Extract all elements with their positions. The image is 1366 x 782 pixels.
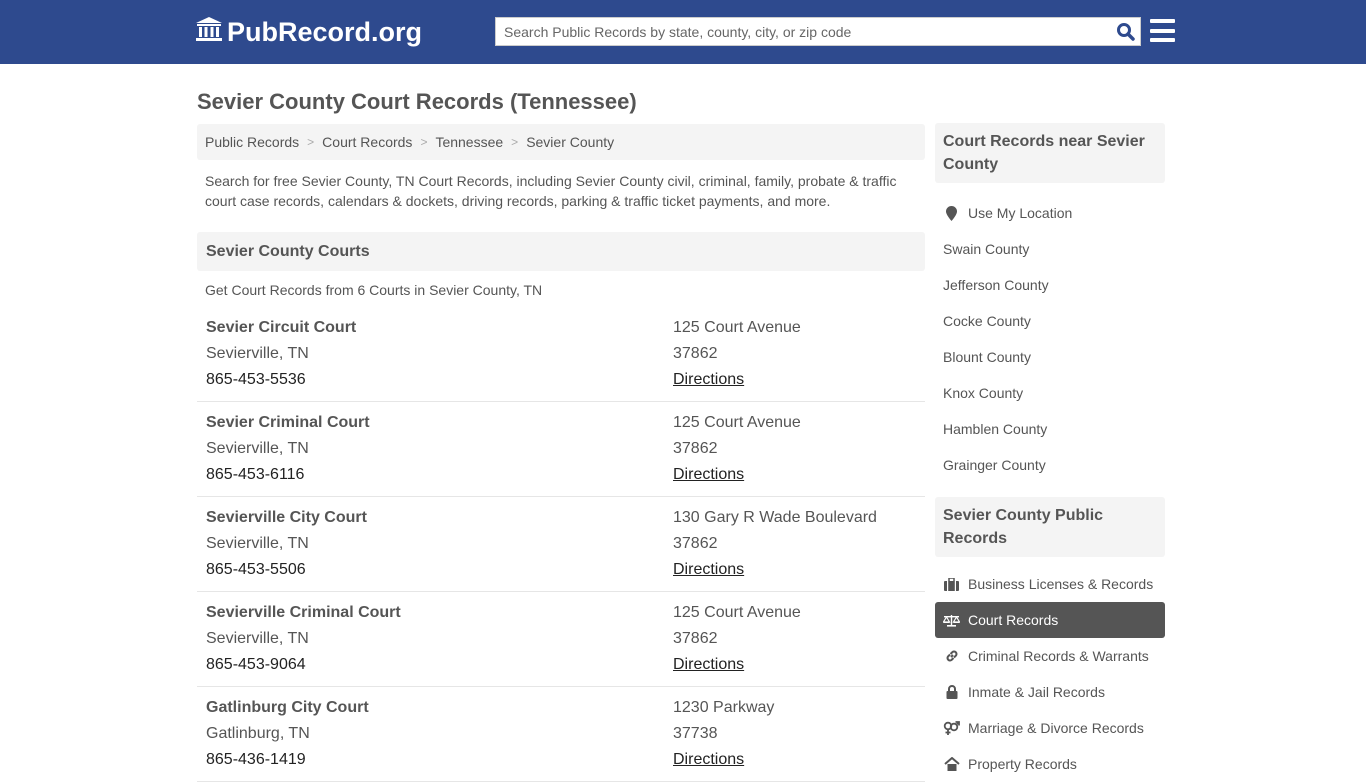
main-content: Sevier County Court Records (Tennessee) … [197, 64, 925, 782]
site-header: PubRecord.org [0, 0, 1366, 64]
court-city: Sevierville, TN [206, 440, 309, 457]
court-city: Sevierville, TN [206, 630, 309, 647]
court-name[interactable]: Sevier Criminal Court [206, 413, 664, 439]
breadcrumb: Public Records > Court Records > Tenness… [197, 124, 925, 160]
court-address: 1230 Parkway [673, 699, 775, 716]
intro-text: Search for free Sevier County, TN Court … [205, 173, 897, 209]
institution-icon [195, 16, 227, 49]
breadcrumb-public-records[interactable]: Public Records [205, 134, 299, 150]
sidebar: Court Records near Sevier County Use My … [935, 123, 1165, 782]
breadcrumb-separator: > [307, 135, 315, 149]
logo-text: PubRecord.org [227, 17, 423, 47]
court-address: 125 Court Avenue [673, 604, 801, 621]
nearby-list: Use My Location Swain County Jefferson C… [935, 195, 1165, 483]
court-phone[interactable]: 865-453-9064 [206, 655, 664, 681]
court-city: Sevierville, TN [206, 535, 309, 552]
sidebar-item-label: Court Records [968, 612, 1059, 628]
directions-link[interactable]: Directions [673, 561, 744, 578]
directions-link[interactable]: Directions [673, 371, 744, 388]
court-zip: 37862 [673, 630, 718, 647]
court-phone[interactable]: 865-453-5506 [206, 560, 664, 586]
court-address: 125 Court Avenue [673, 319, 801, 336]
court-zip: 37862 [673, 345, 718, 362]
breadcrumb-separator: > [511, 135, 519, 149]
search-input[interactable] [496, 18, 1110, 45]
court-name[interactable]: Sevier Circuit Court [206, 318, 664, 344]
directions-link[interactable]: Directions [673, 656, 744, 673]
nearby-county-link[interactable]: Swain County [935, 231, 1165, 267]
court-city: Sevierville, TN [206, 345, 309, 362]
sidebar-item-criminal-records[interactable]: Criminal Records & Warrants [935, 638, 1165, 674]
hamburger-icon-bar [1150, 38, 1175, 42]
home-icon [943, 757, 960, 771]
sidebar-item-property-records[interactable]: Property Records [935, 746, 1165, 782]
search-bar [495, 17, 1141, 46]
court-name[interactable]: Gatlinburg City Court [206, 698, 664, 724]
court-address: 130 Gary R Wade Boulevard [673, 509, 877, 526]
breadcrumb-tennessee[interactable]: Tennessee [435, 134, 503, 150]
sidebar-item-inmate-records[interactable]: Inmate & Jail Records [935, 674, 1165, 710]
nearby-county-link[interactable]: Jefferson County [935, 267, 1165, 303]
court-zip: 37862 [673, 440, 718, 457]
page-title: Sevier County Court Records (Tennessee) [197, 89, 637, 114]
directions-link[interactable]: Directions [673, 751, 744, 768]
balance-scale-icon [943, 614, 960, 627]
breadcrumb-sevier-county[interactable]: Sevier County [526, 134, 614, 150]
public-records-list: Business Licenses & Records Court Record… [935, 566, 1165, 782]
court-name[interactable]: Sevierville Criminal Court [206, 603, 664, 629]
sidebar-item-label: Property Records [968, 756, 1077, 772]
sidebar-item-business-licenses[interactable]: Business Licenses & Records [935, 566, 1165, 602]
lock-icon [943, 685, 960, 699]
court-zip: 37862 [673, 535, 718, 552]
sidebar-item-label: Inmate & Jail Records [968, 684, 1105, 700]
search-button[interactable] [1110, 18, 1140, 45]
use-my-location-link[interactable]: Use My Location [935, 195, 1165, 231]
venus-mars-icon [943, 721, 960, 735]
sidebar-item-court-records[interactable]: Court Records [935, 602, 1165, 638]
court-zip: 37738 [673, 725, 718, 742]
court-phone[interactable]: 865-453-5536 [206, 370, 664, 396]
search-icon [1116, 23, 1135, 41]
court-phone[interactable]: 865-453-6116 [206, 465, 664, 491]
court-item: Sevier Circuit Court Sevierville, TN 865… [197, 307, 925, 402]
nearby-heading: Court Records near Sevier County [935, 123, 1165, 183]
link-icon [943, 649, 960, 663]
sidebar-item-label: Criminal Records & Warrants [968, 648, 1149, 664]
courts-subheading: Get Court Records from 6 Courts in Sevie… [205, 282, 543, 298]
breadcrumb-court-records[interactable]: Court Records [322, 134, 412, 150]
public-records-heading: Sevier County Public Records [935, 497, 1165, 557]
menu-button[interactable] [1150, 19, 1175, 42]
use-my-location-label: Use My Location [968, 205, 1073, 221]
map-marker-icon [943, 205, 960, 221]
nearby-county-link[interactable]: Blount County [935, 339, 1165, 375]
courts-heading: Sevier County Courts [197, 232, 925, 271]
court-item: Sevierville City Court Sevierville, TN 8… [197, 497, 925, 592]
site-logo[interactable]: PubRecord.org [195, 16, 422, 49]
court-name[interactable]: Sevierville City Court [206, 508, 664, 534]
directions-link[interactable]: Directions [673, 466, 744, 483]
nearby-county-link[interactable]: Grainger County [935, 447, 1165, 483]
court-phone[interactable]: 865-436-1419 [206, 750, 664, 776]
court-address: 125 Court Avenue [673, 414, 801, 431]
nearby-county-link[interactable]: Knox County [935, 375, 1165, 411]
nearby-county-link[interactable]: Cocke County [935, 303, 1165, 339]
nearby-county-link[interactable]: Hamblen County [935, 411, 1165, 447]
sidebar-item-marriage-records[interactable]: Marriage & Divorce Records [935, 710, 1165, 746]
hamburger-icon-bar [1150, 28, 1175, 33]
court-item: Sevier Criminal Court Sevierville, TN 86… [197, 402, 925, 497]
briefcase-icon [943, 577, 960, 591]
breadcrumb-separator: > [420, 135, 428, 149]
courts-list: Sevier Circuit Court Sevierville, TN 865… [197, 307, 925, 782]
hamburger-icon-bar [1150, 19, 1175, 23]
sidebar-item-label: Marriage & Divorce Records [968, 720, 1144, 736]
court-item: Sevierville Criminal Court Sevierville, … [197, 592, 925, 687]
sidebar-item-label: Business Licenses & Records [968, 576, 1154, 592]
court-city: Gatlinburg, TN [206, 725, 310, 742]
